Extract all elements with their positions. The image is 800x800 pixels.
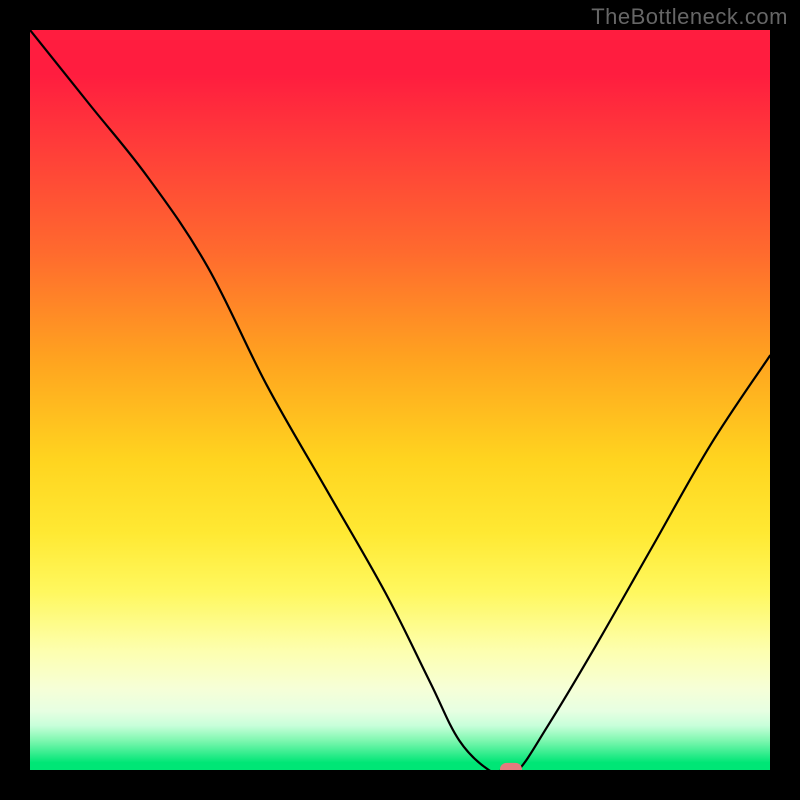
chart-frame: TheBottleneck.com <box>0 0 800 800</box>
optimal-marker <box>500 763 522 770</box>
watermark-text: TheBottleneck.com <box>591 4 788 30</box>
plot-area <box>30 30 770 770</box>
bottleneck-curve <box>30 30 770 770</box>
